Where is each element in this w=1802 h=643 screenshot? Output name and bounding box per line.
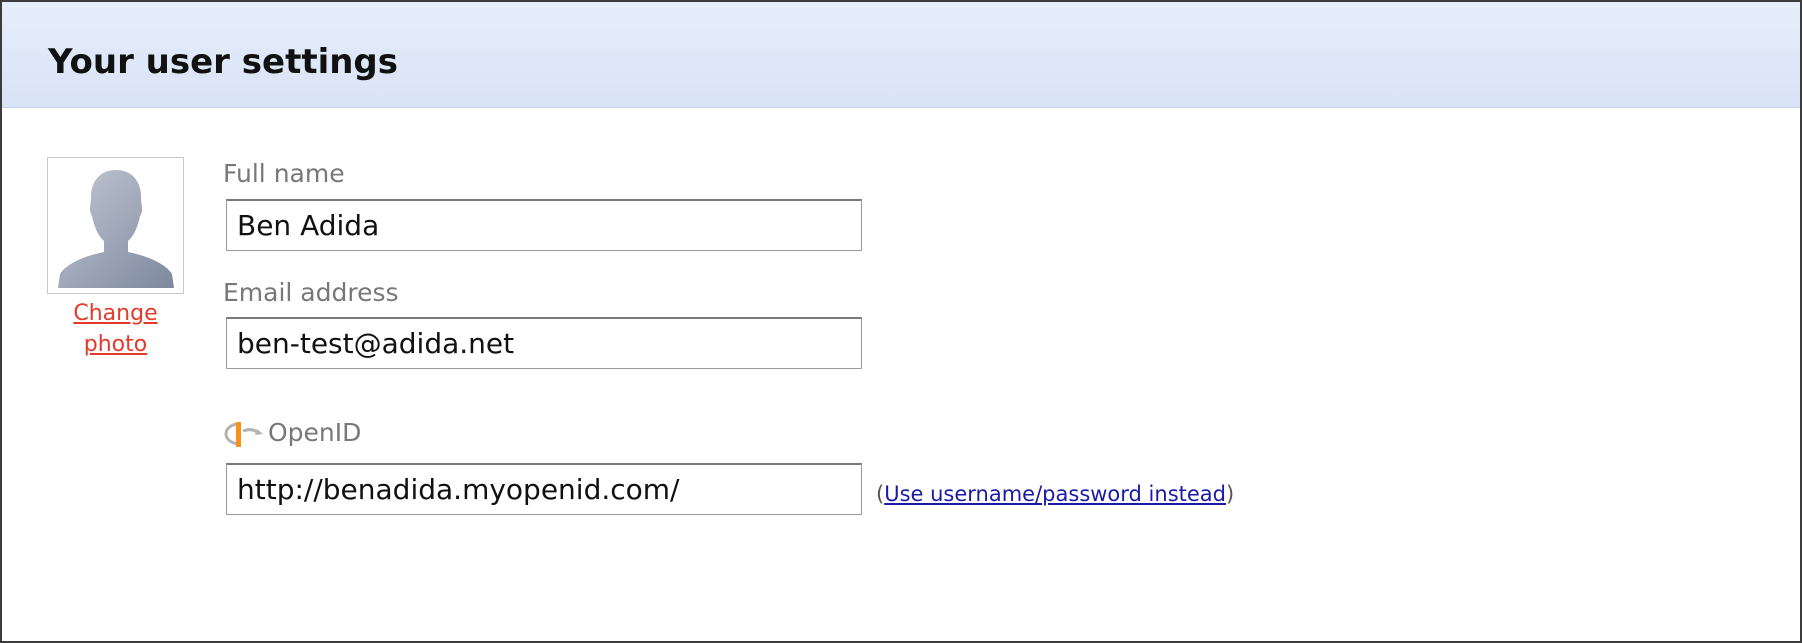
- user-settings-panel: Your user settings Change photo Full nam…: [0, 0, 1802, 643]
- openid-input[interactable]: [226, 463, 862, 515]
- page-title: Your user settings: [48, 42, 399, 82]
- change-photo-label-line1: Change: [73, 301, 158, 326]
- profile-photo: [47, 157, 184, 294]
- email-input[interactable]: [226, 317, 862, 369]
- change-photo-link[interactable]: Change photo: [47, 298, 184, 360]
- email-label: Email address: [223, 278, 399, 307]
- openid-logo-icon: [224, 422, 263, 447]
- full-name-input[interactable]: [226, 199, 862, 251]
- full-name-label: Full name: [223, 159, 345, 188]
- settings-header: Your user settings: [2, 2, 1800, 108]
- avatar-silhouette-icon: [58, 170, 174, 288]
- alt-login-close-paren: ): [1226, 482, 1235, 506]
- alt-login-note: (Use username/password instead): [876, 480, 1234, 508]
- use-username-password-link[interactable]: Use username/password instead: [884, 482, 1226, 506]
- openid-label: OpenID: [268, 418, 362, 447]
- alt-login-open-paren: (: [876, 482, 885, 506]
- change-photo-label-line2: photo: [83, 332, 148, 357]
